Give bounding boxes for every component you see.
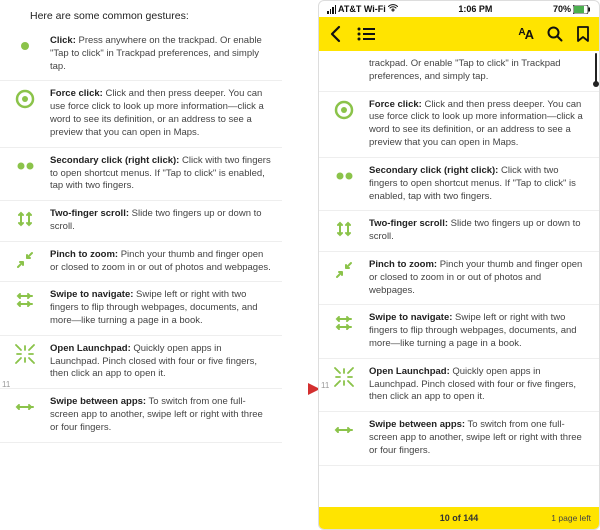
scroll-icon xyxy=(8,208,42,234)
list-item: Swipe between apps: To switch from one f… xyxy=(319,412,599,465)
gesture-text: Open Launchpad: Quickly open apps in Lau… xyxy=(369,366,593,404)
list-item: Open Launchpad: Quickly open apps in Lau… xyxy=(319,359,599,412)
back-button[interactable] xyxy=(329,25,343,43)
gesture-list: Click: Press anywhere on the trackpad. O… xyxy=(0,28,282,443)
gesture-text: Secondary click (right click): Click wit… xyxy=(50,155,276,193)
launchpad-icon xyxy=(8,343,42,381)
launchpad-icon xyxy=(327,366,361,404)
force-click-icon xyxy=(8,88,42,139)
swipe-icon xyxy=(327,312,361,350)
list-item: Secondary click (right click): Click wit… xyxy=(319,158,599,211)
reader-footer: 10 of 144 1 page left xyxy=(319,507,599,529)
secondary-click-icon xyxy=(8,155,42,193)
gesture-text: Click: Press anywhere on the trackpad. O… xyxy=(50,35,276,73)
carrier-label: AT&T Wi-Fi xyxy=(338,4,386,14)
gesture-text: Swipe between apps: To switch from one f… xyxy=(369,419,593,457)
list-item: Pinch to zoom: Pinch your thumb and fing… xyxy=(0,242,282,283)
gesture-text: Two-finger scroll: Slide two fingers up … xyxy=(50,208,276,234)
gesture-text: Swipe between apps: To switch from one f… xyxy=(50,396,276,434)
page-number: 11 xyxy=(2,380,10,389)
clock: 1:06 PM xyxy=(458,4,492,14)
swipe-apps-icon xyxy=(8,396,42,434)
left-pane: Here are some common gestures: Click: Pr… xyxy=(0,0,282,530)
page-number: 11 xyxy=(321,381,329,390)
force-click-icon xyxy=(327,99,361,150)
pinch-icon xyxy=(8,249,42,275)
arrow-icon xyxy=(282,380,318,400)
list-item: Swipe to navigate: Swipe left or right w… xyxy=(319,305,599,358)
status-bar: AT&T Wi-Fi 1:06 PM 70% xyxy=(319,1,599,17)
list-item: Force click: Click and then press deeper… xyxy=(0,81,282,147)
wifi-icon xyxy=(388,4,398,14)
gesture-text: Open Launchpad: Quickly open apps in Lau… xyxy=(50,343,276,381)
page-header: Here are some common gestures: xyxy=(0,0,282,28)
click-icon xyxy=(8,35,42,73)
secondary-click-icon xyxy=(327,165,361,203)
search-button[interactable] xyxy=(547,26,563,42)
list-item: Click: Press anywhere on the trackpad. O… xyxy=(0,28,282,81)
battery-label: 70% xyxy=(553,4,571,14)
gesture-text: Swipe to navigate: Swipe left or right w… xyxy=(369,312,593,350)
list-item: Two-finger scroll: Slide two fingers up … xyxy=(0,201,282,242)
bookmark-button[interactable] xyxy=(577,26,589,42)
list-item: Swipe between apps: To switch from one f… xyxy=(0,389,282,442)
reader-toolbar: AA xyxy=(319,17,599,51)
list-item: trackpad. Or enable "Tap to click" in Tr… xyxy=(319,51,599,92)
swipe-icon xyxy=(8,289,42,327)
list-item: Open Launchpad: Quickly open apps in Lau… xyxy=(0,336,282,389)
scroll-icon xyxy=(327,218,361,244)
pages-left: 1 page left xyxy=(551,513,591,523)
gesture-text: Swipe to navigate: Swipe left or right w… xyxy=(50,289,276,327)
gesture-text: Force click: Click and then press deeper… xyxy=(50,88,276,139)
scroll-indicator[interactable] xyxy=(595,53,597,83)
page-progress: 10 of 144 xyxy=(440,513,479,523)
appearance-button[interactable]: AA xyxy=(518,27,533,42)
list-item: Secondary click (right click): Click wit… xyxy=(0,148,282,201)
list-item: Swipe to navigate: Swipe left or right w… xyxy=(0,282,282,335)
gesture-text: Pinch to zoom: Pinch your thumb and fing… xyxy=(369,259,593,297)
gesture-text: Pinch to zoom: Pinch your thumb and fing… xyxy=(50,249,276,275)
battery-icon xyxy=(573,5,591,14)
gesture-text: Secondary click (right click): Click wit… xyxy=(369,165,593,203)
list-item: Force click: Click and then press deeper… xyxy=(319,92,599,158)
gesture-text: Two-finger scroll: Slide two fingers up … xyxy=(369,218,593,244)
arrow-annotation xyxy=(282,0,318,530)
gesture-list[interactable]: trackpad. Or enable "Tap to click" in Tr… xyxy=(319,51,599,466)
signal-icon xyxy=(327,5,336,14)
list-item: Two-finger scroll: Slide two fingers up … xyxy=(319,211,599,252)
swipe-apps-icon xyxy=(327,419,361,457)
toc-button[interactable] xyxy=(357,27,375,41)
pinch-icon xyxy=(327,259,361,297)
gesture-text: Force click: Click and then press deeper… xyxy=(369,99,593,150)
list-item: Pinch to zoom: Pinch your thumb and fing… xyxy=(319,252,599,305)
scroll-knob[interactable] xyxy=(593,81,599,87)
right-pane: AT&T Wi-Fi 1:06 PM 70% AA trackpad. Or e… xyxy=(318,0,600,530)
gesture-text: trackpad. Or enable "Tap to click" in Tr… xyxy=(369,58,593,84)
